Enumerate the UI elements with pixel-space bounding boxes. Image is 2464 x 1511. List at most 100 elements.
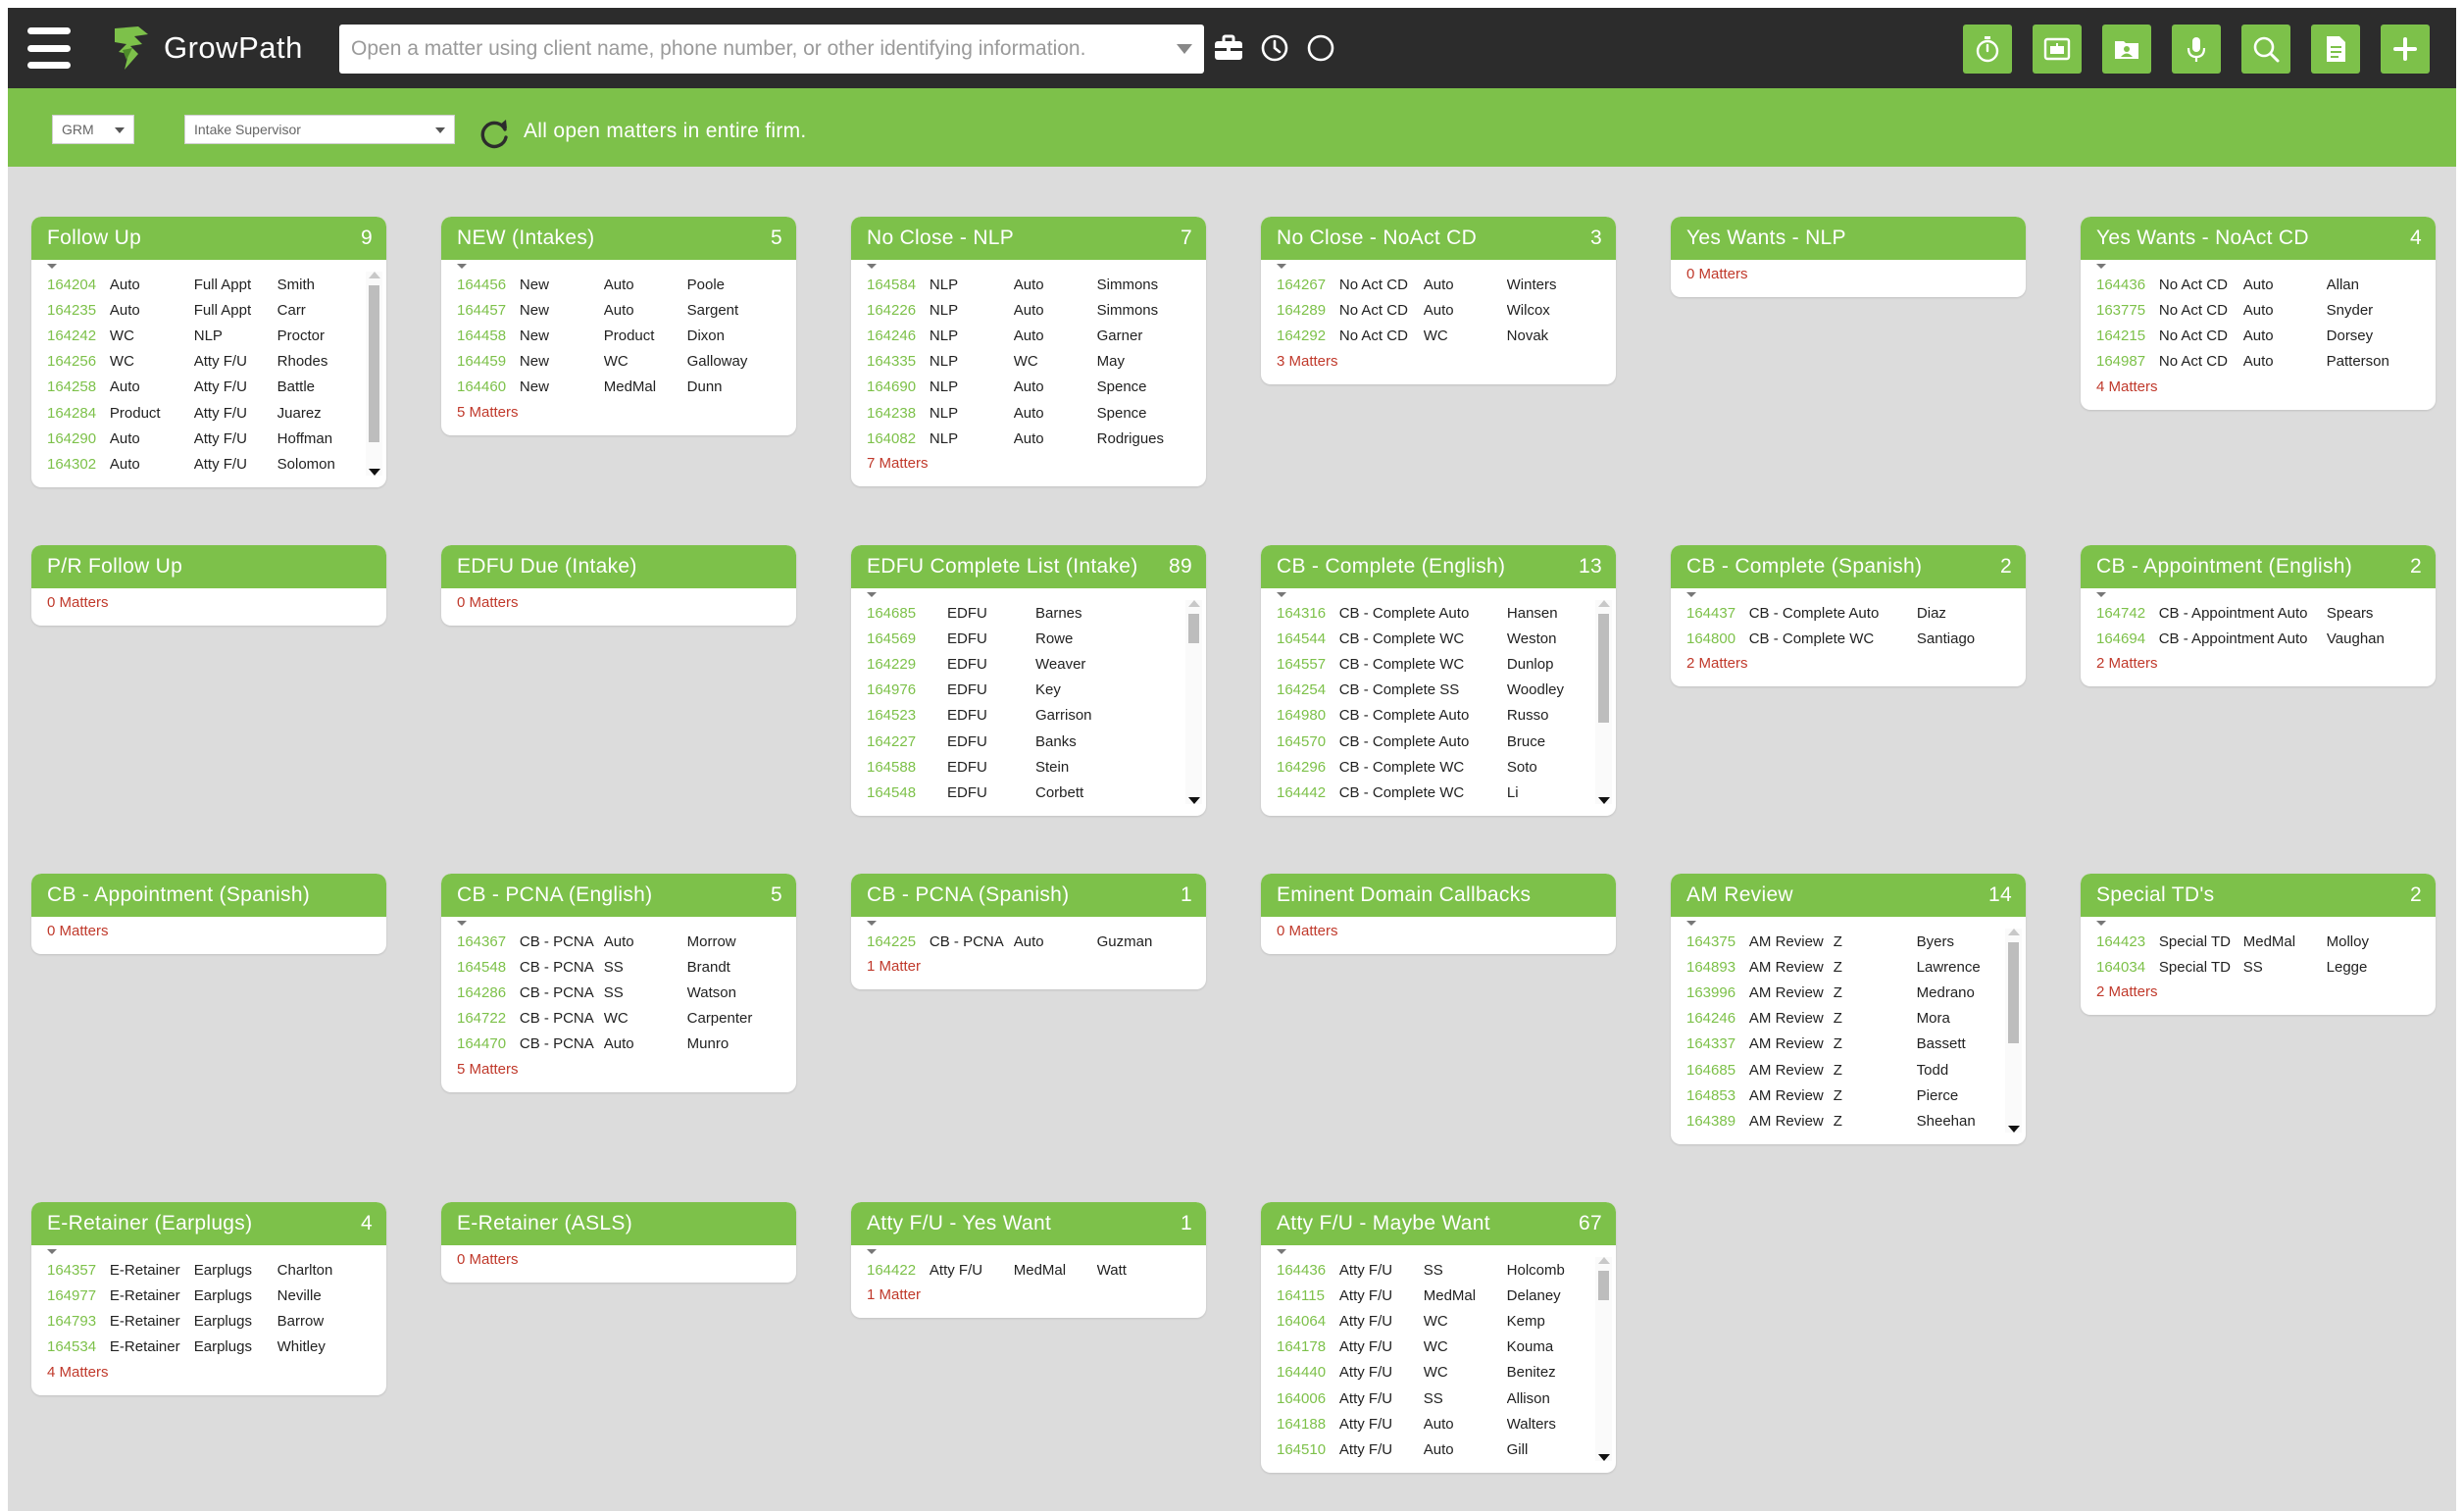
matter-id[interactable]: 164246 [1686,1010,1749,1027]
matter-id[interactable]: 164302 [47,456,110,473]
matter-row[interactable]: 164296 CB - Complete WC Soto [1277,754,1600,780]
matter-id[interactable]: 164375 [1686,933,1749,950]
matter-id[interactable]: 164226 [867,302,930,319]
matter-row[interactable]: 164246 NLP Auto Garner [867,323,1190,348]
matter-id[interactable]: 164893 [1686,959,1749,976]
matter-row[interactable]: 164289 No Act CD Auto Wilcox [1277,297,1600,323]
matter-row[interactable]: 164584 NLP Auto Simmons [867,272,1190,297]
matter-row[interactable]: 164204 Auto Full Appt Smith [47,272,371,297]
matter-row[interactable]: 164459 New WC Galloway [457,349,780,375]
chevron-down-icon[interactable] [2008,1126,2020,1133]
matter-row[interactable]: 164235 Auto Full Appt Carr [47,297,371,323]
matter-row[interactable]: 164980 CB - Complete Auto Russo [1277,703,1600,729]
circle-icon[interactable] [1302,29,1339,67]
matter-row[interactable]: 164893 AM Review Z Lawrence [1686,954,2010,980]
chevron-up-icon[interactable] [1598,1257,1610,1264]
matter-row[interactable]: 164588 EDFU Stein [867,754,1190,780]
matter-row[interactable]: 164335 NLP WC May [867,349,1190,375]
matter-id[interactable]: 163996 [1686,984,1749,1001]
matter-id[interactable]: 164422 [867,1262,930,1279]
matter-search-input[interactable] [339,25,1165,74]
card-scrollbar[interactable] [2005,929,2022,1133]
matter-row[interactable]: 164436 No Act CD Auto Allan [2096,272,2420,297]
matter-row[interactable]: 164437 CB - Complete Auto Diaz [1686,600,2010,626]
matter-id[interactable]: 164188 [1277,1416,1339,1433]
matter-id[interactable]: 164510 [1277,1441,1339,1458]
matter-count-link[interactable]: 3 Matters [1277,349,1600,375]
menu-icon[interactable] [27,27,71,69]
scrollbar-thumb[interactable] [1598,614,1609,723]
matter-row[interactable]: 164302 Auto Atty F/U Solomon [47,451,371,477]
matter-row[interactable]: 164793 E-Retainer Earplugs Barrow [47,1308,371,1334]
matter-row[interactable]: 164064 Atty F/U WC Kemp [1277,1308,1600,1334]
matter-row[interactable]: 164389 AM Review Z Sheehan [1686,1108,2010,1133]
matter-row[interactable]: 164442 CB - Complete WC Li [1277,780,1600,805]
matter-row[interactable]: 164238 NLP Auto Spence [867,400,1190,426]
sort-caret-icon[interactable] [1686,921,1696,926]
matter-id[interactable]: 164335 [867,353,930,370]
matter-row[interactable]: 164460 New MedMal Dunn [457,375,780,400]
matter-count-link[interactable]: 0 Matters [47,919,371,944]
scrollbar-thumb[interactable] [369,285,379,442]
matter-id[interactable]: 164442 [1277,784,1339,801]
matter-id[interactable]: 164256 [47,353,110,370]
sort-caret-icon[interactable] [47,1249,57,1254]
matter-row[interactable]: 164256 WC Atty F/U Rhodes [47,349,371,375]
role-select[interactable]: Intake Supervisor [184,115,455,144]
matter-id[interactable]: 164548 [457,959,520,976]
matter-id[interactable]: 164115 [1277,1287,1339,1304]
matter-id[interactable]: 164286 [457,984,520,1001]
matter-id[interactable]: 164457 [457,302,520,319]
matter-id[interactable]: 164242 [47,327,110,344]
matter-id[interactable]: 164227 [867,733,947,750]
matter-row[interactable]: 164685 AM Review Z Todd [1686,1057,2010,1083]
plus-icon[interactable] [2381,25,2430,74]
microphone-icon[interactable] [2172,25,2221,74]
card-header[interactable]: NEW (Intakes) 5 [441,217,796,260]
sort-caret-icon[interactable] [2096,264,2106,269]
matter-row[interactable]: 164694 CB - Appointment Auto Vaughan [2096,626,2420,651]
matter-row[interactable]: 164375 AM Review Z Byers [1686,929,2010,954]
matter-id[interactable]: 164254 [1277,681,1339,698]
matter-row[interactable]: 164225 CB - PCNA Auto Guzman [867,929,1190,954]
sort-caret-icon[interactable] [2096,921,2106,926]
matter-row[interactable]: 164267 No Act CD Auto Winters [1277,272,1600,297]
matter-id[interactable]: 164423 [2096,933,2159,950]
matter-count-link[interactable]: 2 Matters [2096,980,2420,1005]
matter-id[interactable]: 164357 [47,1262,110,1279]
matter-count-link[interactable]: 0 Matters [47,590,371,616]
matter-id[interactable]: 164289 [1277,302,1339,319]
dashboard-icon[interactable] [2033,25,2082,74]
sort-caret-icon[interactable] [1686,592,1696,597]
matter-id[interactable]: 164436 [2096,277,2159,293]
matter-row[interactable]: 164188 Atty F/U Auto Walters [1277,1411,1600,1436]
matter-count-link[interactable]: 1 Matter [867,954,1190,980]
matter-id[interactable]: 164570 [1277,733,1339,750]
card-header[interactable]: CB - PCNA (Spanish) 1 [851,874,1206,917]
matter-id[interactable]: 164215 [2096,327,2159,344]
card-scrollbar[interactable] [1185,600,1202,804]
matter-count-link[interactable]: 1 Matter [867,1283,1190,1308]
matter-row[interactable]: 164034 Special TD SS Legge [2096,954,2420,980]
matter-id[interactable]: 164258 [47,378,110,395]
card-header[interactable]: CB - Appointment (English) 2 [2081,545,2436,588]
matter-row[interactable]: 164742 CB - Appointment Auto Spears [2096,600,2420,626]
matter-row[interactable]: 164690 NLP Auto Spence [867,375,1190,400]
matter-row[interactable]: 164987 No Act CD Auto Patterson [2096,349,2420,375]
matter-row[interactable]: 164258 Auto Atty F/U Battle [47,375,371,400]
matter-id[interactable]: 164853 [1686,1087,1749,1104]
logo[interactable]: GrowPath [109,24,303,73]
matter-row[interactable]: 164548 EDFU Corbett [867,780,1190,805]
matter-id[interactable]: 164548 [867,784,947,801]
matter-row[interactable]: 164458 New Product Dixon [457,323,780,348]
matter-id[interactable]: 164584 [867,277,930,293]
matter-count-link[interactable]: 0 Matters [1686,262,2010,287]
matter-count-link[interactable]: 4 Matters [47,1360,371,1385]
matter-id[interactable]: 164437 [1686,605,1749,622]
sort-caret-icon[interactable] [867,264,877,269]
sort-caret-icon[interactable] [867,921,877,926]
matter-id[interactable]: 164064 [1277,1313,1339,1330]
matter-id[interactable]: 164460 [457,378,520,395]
matter-row[interactable]: 164440 Atty F/U WC Benitez [1277,1360,1600,1385]
matter-count-link[interactable]: 4 Matters [2096,375,2420,400]
